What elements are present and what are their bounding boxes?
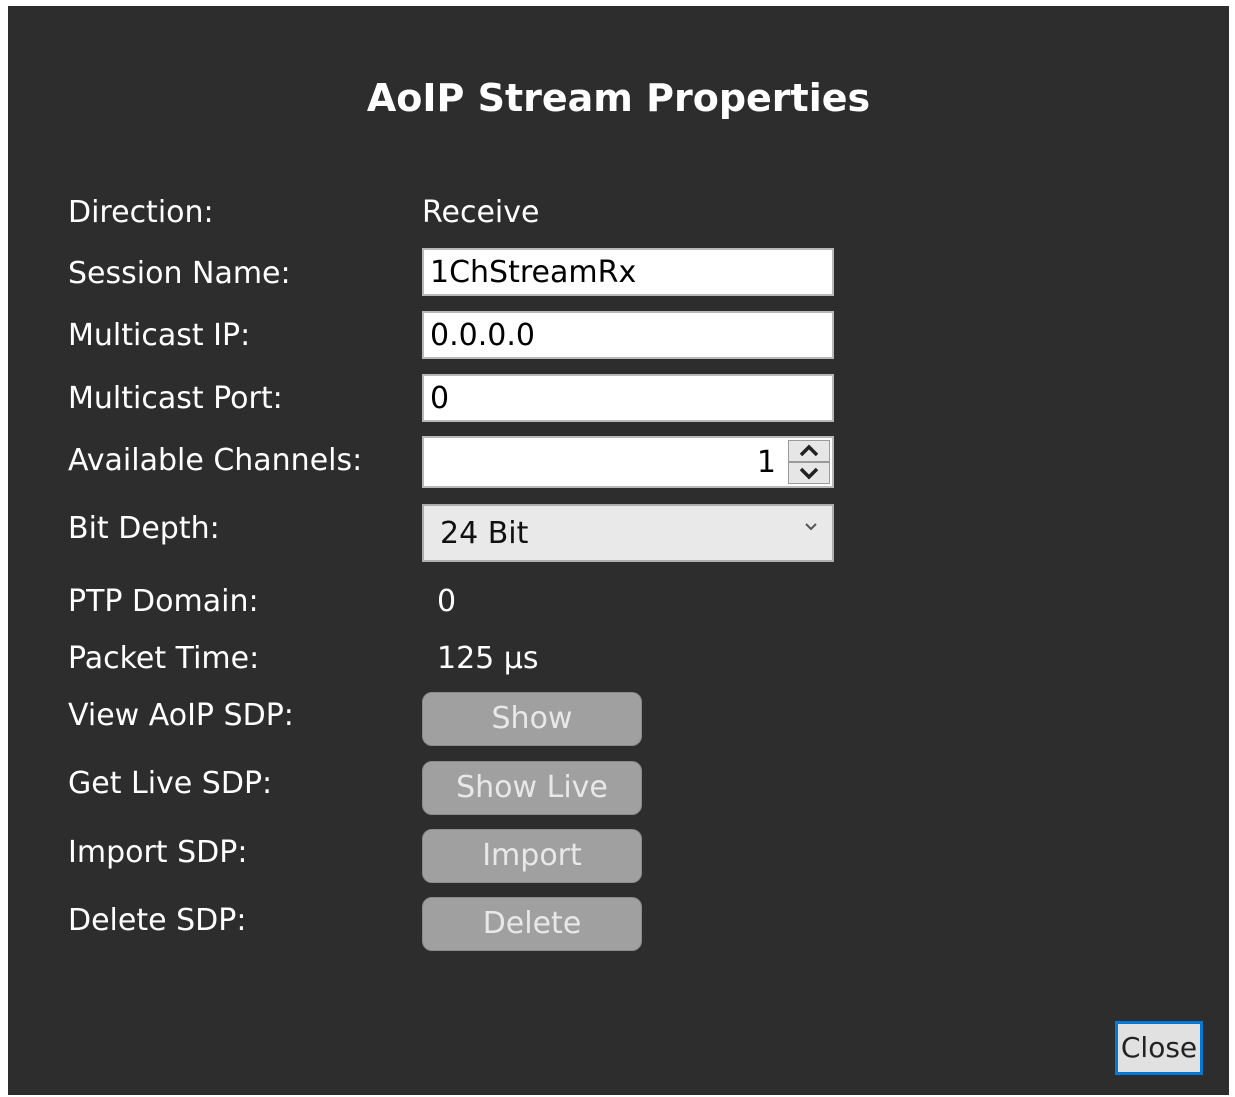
ptp-domain-label: PTP Domain: — [68, 584, 259, 619]
view-sdp-label: View AoIP SDP: — [68, 698, 294, 733]
delete-sdp-label: Delete SDP: — [68, 903, 247, 938]
show-sdp-button[interactable]: Show — [422, 692, 642, 746]
delete-sdp-button[interactable]: Delete — [422, 897, 642, 951]
available-channels-input[interactable] — [424, 438, 780, 486]
show-live-sdp-button[interactable]: Show Live — [422, 761, 642, 815]
packet-time-value: 125 µs — [437, 641, 539, 676]
session-name-input[interactable] — [422, 248, 834, 296]
ptp-domain-value: 0 — [437, 584, 457, 619]
direction-label: Direction: — [68, 195, 214, 230]
stepper-buttons — [788, 440, 830, 484]
bit-depth-selected-value: 24 Bit — [440, 516, 529, 551]
direction-value: Receive — [422, 195, 540, 230]
bit-depth-label: Bit Depth: — [68, 511, 220, 546]
session-name-label: Session Name: — [68, 256, 291, 291]
multicast-ip-label: Multicast IP: — [68, 318, 251, 353]
available-channels-label: Available Channels: — [68, 443, 363, 478]
stream-properties-dialog: AoIP Stream Properties Direction: Receiv… — [8, 6, 1229, 1095]
chevron-down-icon — [805, 523, 817, 531]
chevron-up-icon — [799, 444, 819, 457]
available-channels-stepper[interactable] — [422, 436, 834, 488]
get-live-sdp-label: Get Live SDP: — [68, 766, 273, 801]
close-button[interactable]: Close — [1115, 1021, 1203, 1075]
import-sdp-label: Import SDP: — [68, 835, 248, 870]
chevron-down-icon — [799, 467, 819, 480]
import-sdp-button[interactable]: Import — [422, 829, 642, 883]
stepper-down-button[interactable] — [788, 462, 830, 484]
bit-depth-select[interactable]: 24 Bit — [422, 504, 834, 562]
multicast-ip-input[interactable] — [422, 311, 834, 359]
packet-time-label: Packet Time: — [68, 641, 260, 676]
stepper-up-button[interactable] — [788, 440, 830, 462]
multicast-port-input[interactable] — [422, 374, 834, 422]
multicast-port-label: Multicast Port: — [68, 381, 283, 416]
dialog-title: AoIP Stream Properties — [366, 76, 871, 120]
